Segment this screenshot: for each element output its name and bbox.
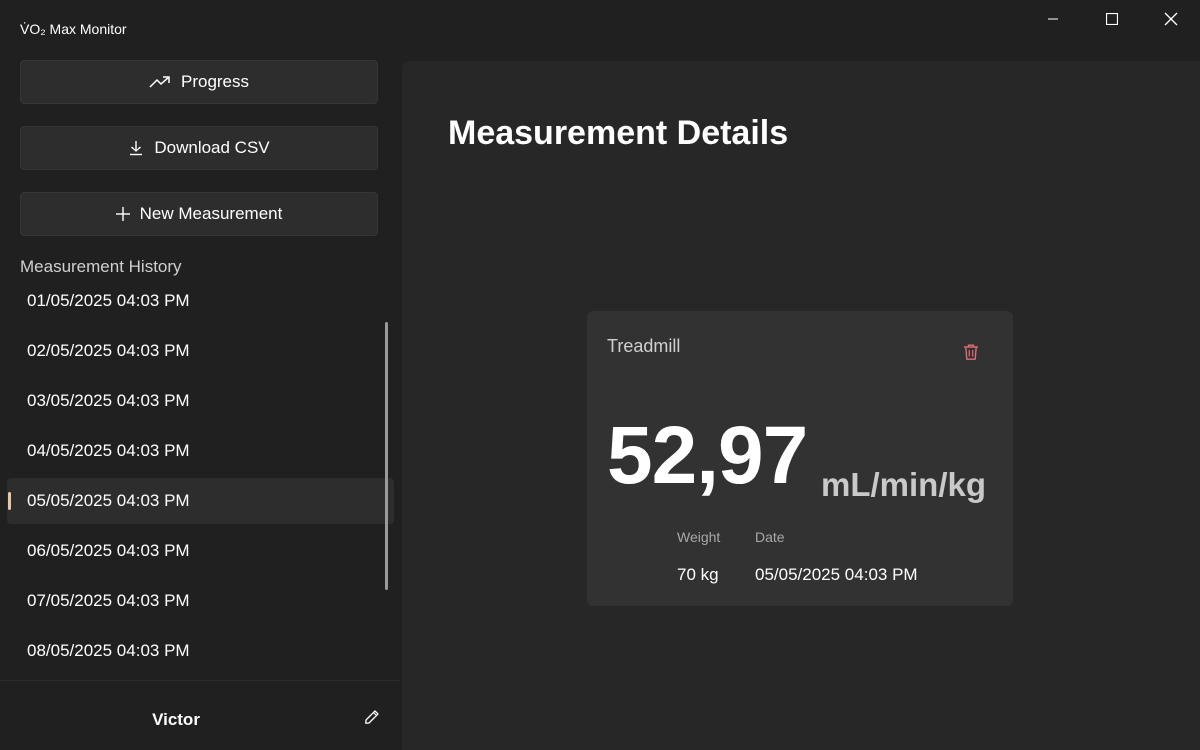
vo2-max-value: 52,97 [607, 410, 808, 501]
history-item[interactable]: 04/05/2025 04:03 PM [7, 428, 394, 474]
plus-icon [115, 207, 130, 221]
history-item-label: 04/05/2025 04:03 PM [27, 441, 190, 460]
maximize-button[interactable] [1083, 0, 1141, 38]
username: Victor [152, 710, 200, 729]
download-icon [128, 140, 144, 156]
trash-icon [964, 344, 978, 360]
app-window: V̇O₂ Max Monitor Progress Download CSV N… [0, 0, 1200, 750]
user-footer: Victor [0, 680, 400, 750]
weight-value: 70 kg [677, 565, 719, 584]
trending-up-icon [149, 75, 171, 89]
selection-indicator [8, 492, 11, 510]
maximize-icon [1106, 13, 1118, 25]
close-icon [1164, 12, 1178, 26]
history-item[interactable]: 07/05/2025 04:03 PM [7, 578, 394, 624]
app-title: V̇O₂ Max Monitor [20, 21, 127, 37]
minimize-icon [1048, 18, 1058, 20]
progress-button-label: Progress [180, 72, 250, 91]
page-title: Measurement Details [448, 114, 789, 152]
download-csv-button-label: Download CSV [154, 138, 270, 157]
history-title: Measurement History [20, 257, 182, 276]
history-scrollbar[interactable] [385, 322, 388, 590]
history-item[interactable]: 02/05/2025 04:03 PM [7, 328, 394, 374]
history-item-label: 08/05/2025 04:03 PM [27, 641, 190, 660]
close-button[interactable] [1142, 0, 1200, 38]
delete-measurement-button[interactable] [961, 341, 981, 363]
date-label: Date [755, 529, 785, 545]
pencil-icon [365, 710, 379, 724]
history-item-label: 06/05/2025 04:03 PM [27, 541, 190, 560]
measurement-type: Treadmill [607, 336, 681, 356]
download-csv-button[interactable]: Download CSV [20, 126, 378, 170]
new-measurement-button[interactable]: New Measurement [20, 192, 378, 236]
history-item[interactable]: 06/05/2025 04:03 PM [7, 528, 394, 574]
history-item-label: 01/05/2025 04:03 PM [27, 291, 190, 310]
history-item-label: 02/05/2025 04:03 PM [27, 341, 190, 360]
edit-user-button[interactable] [362, 707, 382, 727]
history-item[interactable]: 01/05/2025 04:03 PM [7, 278, 394, 324]
title-bar: V̇O₂ Max Monitor [0, 0, 1200, 50]
history-item-label: 07/05/2025 04:03 PM [27, 591, 190, 610]
measurement-history-list[interactable]: 01/05/2025 04:03 PM 02/05/2025 04:03 PM … [7, 278, 394, 678]
main-panel: Measurement Details Treadmill 52,97 mL/m… [402, 61, 1200, 750]
minimize-button[interactable] [1024, 0, 1082, 38]
progress-button[interactable]: Progress [20, 60, 378, 104]
sidebar: Progress Download CSV New Measurement Me… [0, 50, 400, 750]
history-item-label: 03/05/2025 04:03 PM [27, 391, 190, 410]
history-item[interactable]: 03/05/2025 04:03 PM [7, 378, 394, 424]
history-item-selected[interactable]: 05/05/2025 04:03 PM [7, 478, 394, 524]
new-measurement-button-label: New Measurement [139, 204, 283, 223]
history-item[interactable]: 08/05/2025 04:03 PM [7, 628, 394, 674]
vo2-max-unit: mL/min/kg [821, 466, 987, 503]
history-item-label: 05/05/2025 04:03 PM [27, 491, 190, 510]
weight-label: Weight [677, 529, 721, 545]
measurement-card: Treadmill 52,97 mL/min/kg Weight Date 70… [587, 311, 1013, 606]
date-value: 05/05/2025 04:03 PM [755, 565, 918, 584]
